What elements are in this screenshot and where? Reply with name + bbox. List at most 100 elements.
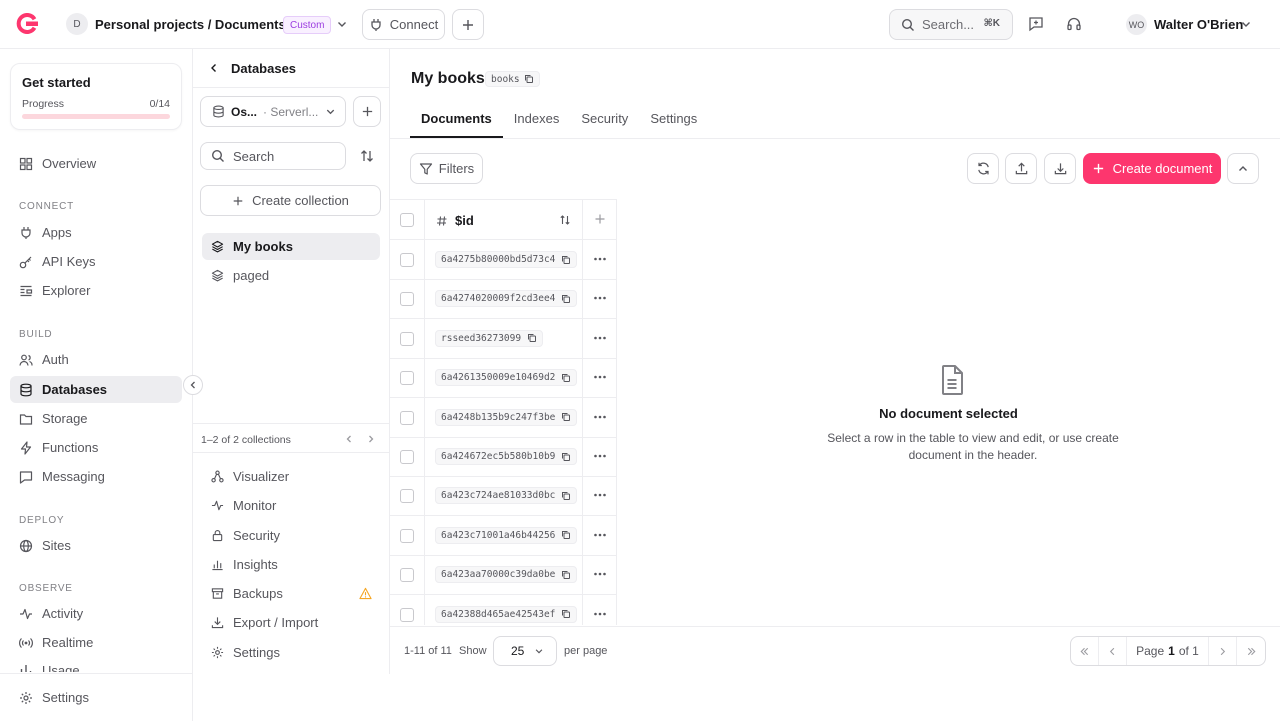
first-page-button[interactable]: [1071, 637, 1099, 665]
document-icon: [935, 363, 969, 397]
db-link-backups[interactable]: Backups: [202, 580, 380, 607]
appwrite-logo-icon[interactable]: [15, 13, 39, 35]
more-options-icon[interactable]: [593, 569, 607, 579]
more-options-icon[interactable]: [593, 254, 607, 264]
document-id-pill[interactable]: rsseed36273099: [435, 329, 544, 347]
sort-icon[interactable]: [559, 214, 571, 226]
document-id: rsseed36273099: [441, 332, 522, 344]
sidebar-item-sites[interactable]: Sites: [10, 532, 182, 559]
tab-security[interactable]: Security: [570, 111, 639, 138]
db-link-monitor[interactable]: Monitor: [202, 492, 380, 519]
more-options-icon[interactable]: [593, 333, 607, 343]
more-options-icon[interactable]: [593, 372, 607, 382]
next-page-button[interactable]: [1209, 637, 1237, 665]
global-search[interactable]: Search... ⌘K: [889, 9, 1013, 40]
create-collection-button[interactable]: Create collection: [200, 185, 381, 216]
collapse-toolbar-button[interactable]: [1227, 153, 1259, 184]
column-header-id[interactable]: $id: [436, 213, 474, 228]
row-checkbox[interactable]: [400, 331, 414, 346]
row-checkbox[interactable]: [400, 253, 414, 267]
document-id-pill[interactable]: 6a424672ec5b580b10b9: [435, 448, 578, 465]
document-id-pill[interactable]: 6a423c71001a46b44256: [435, 526, 578, 544]
chevron-right-icon[interactable]: [366, 434, 376, 444]
sidebar-item-api-keys[interactable]: API Keys: [10, 248, 182, 275]
more-options-icon[interactable]: [593, 609, 607, 619]
row-checkbox[interactable]: [400, 489, 414, 504]
document-id-pill[interactable]: 6a4248b135b9c247f3be: [435, 408, 578, 426]
sort-icon[interactable]: [359, 148, 375, 164]
document-id-pill[interactable]: 6a4261350009e10469d2: [435, 369, 578, 387]
db-link-settings[interactable]: Settings: [202, 639, 380, 666]
more-options-icon[interactable]: [593, 293, 607, 303]
sidebar-item-functions[interactable]: Functions: [10, 434, 182, 461]
database-selector[interactable]: Os... · Serverl...: [200, 96, 346, 127]
db-link-security[interactable]: Security: [202, 522, 380, 549]
collection-item[interactable]: My books: [202, 233, 380, 260]
more-options-icon[interactable]: [593, 451, 607, 461]
create-document-button[interactable]: Create document: [1083, 153, 1221, 184]
org-avatar[interactable]: D: [66, 13, 88, 35]
chevron-down-icon[interactable]: [336, 18, 348, 30]
upload-button[interactable]: [1005, 153, 1037, 184]
db-link-export-import[interactable]: Export / Import: [202, 609, 380, 636]
db-link-visualizer[interactable]: Visualizer: [202, 463, 380, 490]
document-id-pill[interactable]: 6a4275b80000bd5d73c4: [435, 251, 578, 268]
chevron-left-icon[interactable]: [344, 434, 354, 444]
row-checkbox[interactable]: [400, 292, 414, 307]
sidebar-item-overview[interactable]: Overview: [10, 150, 182, 177]
sidebar-item-activity[interactable]: Activity: [10, 600, 182, 627]
collapse-sidebar-button[interactable]: [183, 375, 203, 395]
tab-indexes[interactable]: Indexes: [503, 111, 571, 138]
connect-button[interactable]: Connect: [362, 9, 445, 40]
more-options-icon[interactable]: [593, 490, 607, 500]
org-project-breadcrumb[interactable]: Personal projects / DocumentsDB: [95, 17, 305, 32]
collection-item[interactable]: paged: [202, 262, 380, 289]
sidebar-item-explorer[interactable]: Explorer: [10, 277, 182, 304]
sidebar-item-storage[interactable]: Storage: [10, 405, 182, 432]
tab-documents[interactable]: Documents: [410, 111, 503, 138]
row-checkbox[interactable]: [400, 607, 414, 622]
db-link-insights[interactable]: Insights: [202, 551, 380, 578]
document-id-pill[interactable]: 6a42388d465ae42543ef: [435, 605, 578, 623]
sidebar-item-messaging[interactable]: Messaging: [10, 463, 182, 490]
add-column-plus-icon[interactable]: [594, 213, 606, 225]
sidebar-item-auth[interactable]: Auth: [10, 346, 182, 373]
sidebar-item-databases[interactable]: Databases: [10, 376, 182, 403]
collection-id-badge[interactable]: books: [485, 71, 540, 87]
refresh-button[interactable]: [967, 153, 999, 184]
chevron-down-icon[interactable]: [1240, 18, 1252, 30]
create-document-label: Create document: [1112, 161, 1213, 176]
headset-support-icon[interactable]: [1066, 16, 1082, 32]
user-name[interactable]: Walter O'Brien: [1154, 17, 1243, 32]
user-avatar[interactable]: WO: [1126, 14, 1147, 35]
per-page-select[interactable]: 25: [493, 636, 557, 666]
more-options-icon[interactable]: [593, 412, 607, 422]
more-options-icon[interactable]: [593, 530, 607, 540]
row-checkbox[interactable]: [400, 371, 414, 386]
feedback-icon[interactable]: [1028, 16, 1044, 32]
last-page-button[interactable]: [1237, 637, 1265, 665]
row-checkbox[interactable]: [400, 450, 414, 464]
download-button[interactable]: [1044, 153, 1076, 184]
select-all-checkbox[interactable]: [400, 213, 414, 227]
filters-button[interactable]: Filters: [410, 153, 483, 184]
document-id-pill[interactable]: 6a423aa70000c39da0be: [435, 566, 578, 584]
get-started-card[interactable]: Get started Progress 0/14: [10, 63, 182, 130]
document-id-pill[interactable]: 6a4274020009f2cd3ee4: [435, 290, 578, 308]
back-arrow-icon[interactable]: [208, 62, 220, 74]
add-database-button[interactable]: [353, 96, 381, 127]
add-button[interactable]: [452, 9, 484, 40]
document-id-pill[interactable]: 6a423c724ae81033d0bc: [435, 487, 578, 505]
collection-search-input[interactable]: Search: [200, 142, 346, 170]
sidebar-item-realtime[interactable]: Realtime: [10, 629, 182, 656]
sidebar-item-apps[interactable]: Apps: [10, 219, 182, 246]
row-checkbox[interactable]: [400, 410, 414, 425]
sidebar-item-settings[interactable]: Settings: [10, 684, 182, 711]
row-checkbox[interactable]: [400, 568, 414, 583]
prev-page-button[interactable]: [1099, 637, 1127, 665]
sidebar-item-usage[interactable]: Usage: [10, 658, 182, 672]
tab-settings[interactable]: Settings: [639, 111, 708, 138]
collection-label: My books: [233, 239, 293, 254]
row-checkbox[interactable]: [400, 528, 414, 543]
collection-label: paged: [233, 268, 270, 283]
